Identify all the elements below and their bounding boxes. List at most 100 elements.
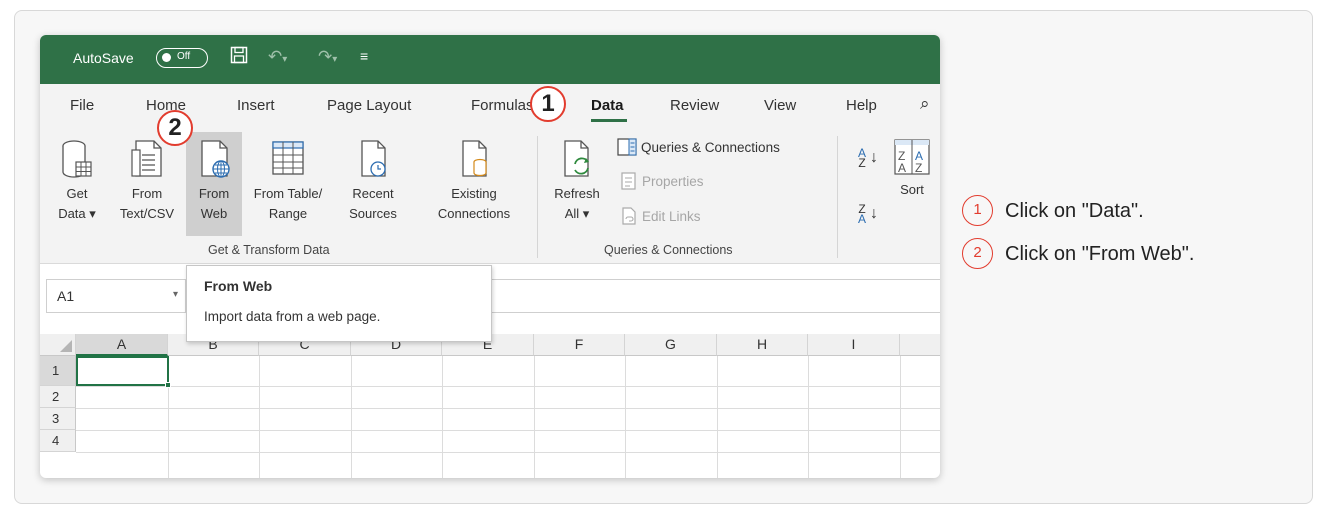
step-number: 1	[962, 195, 993, 226]
autosave-state: Off	[177, 51, 191, 62]
queries-pane-icon	[617, 138, 637, 156]
text-file-icon	[131, 140, 162, 177]
svg-text:Z: Z	[915, 161, 922, 175]
get-data-button[interactable]: Get Data ▾	[53, 138, 101, 236]
callout-marker-1: 1	[530, 86, 566, 122]
toggle-knob	[162, 53, 171, 62]
redo-icon[interactable]: ↷▾	[318, 47, 337, 67]
name-box[interactable]: A1 ▾	[46, 279, 186, 313]
svg-text:A: A	[898, 161, 906, 175]
tab-review[interactable]: Review	[670, 97, 719, 114]
column-header-g[interactable]: G	[625, 334, 717, 356]
active-tab-indicator	[591, 119, 627, 122]
existing-line2: Connections	[437, 206, 511, 221]
column-header-i[interactable]: I	[808, 334, 900, 356]
grid-line	[259, 356, 260, 478]
web-page-icon	[201, 140, 230, 178]
database-icon	[62, 140, 92, 178]
existing-line1: Existing	[451, 186, 497, 201]
recent-line1: Recent	[352, 186, 394, 201]
worksheet-grid: A B C D E F G H I 1 2 3 4	[40, 334, 940, 478]
from-table-range-button[interactable]: From Table/ Range	[248, 138, 328, 236]
autosave-toggle[interactable]: Off	[156, 48, 208, 68]
refresh-all-button[interactable]: Refresh All ▾	[545, 138, 609, 236]
queries-group-label: Queries & Connections	[604, 243, 733, 257]
undo-icon[interactable]: ↶▾	[268, 47, 287, 67]
refresh-line1: Refresh	[554, 186, 600, 201]
from-web-tooltip: From Web Import data from a web page.	[186, 265, 492, 342]
existing-connections-button[interactable]: Existing Connections	[422, 138, 526, 236]
table-icon	[272, 141, 304, 175]
column-header-f[interactable]: F	[534, 334, 625, 356]
tooltip-title: From Web	[204, 278, 273, 294]
select-all-corner[interactable]	[40, 334, 76, 356]
sort-ascending-button[interactable]: A Z ↓	[858, 146, 878, 170]
sort-button[interactable]: ZAAZ Sort	[892, 138, 932, 236]
edit-links-label: Edit Links	[642, 208, 701, 224]
formula-input[interactable]	[490, 279, 940, 313]
existing-connection-icon	[462, 140, 487, 177]
row-header-3[interactable]: 3	[40, 408, 76, 430]
active-cell-a1[interactable]	[76, 356, 169, 386]
row-header-1[interactable]: 1	[40, 356, 76, 386]
customize-toolbar-icon[interactable]: ≡	[360, 48, 368, 64]
properties-button[interactable]: Properties	[620, 172, 704, 190]
column-header-h[interactable]: H	[717, 334, 808, 356]
autosave-label: AutoSave	[73, 50, 134, 66]
save-icon[interactable]	[230, 46, 248, 69]
from-web-line2: Web	[200, 206, 228, 221]
grid-line	[76, 430, 940, 431]
row-header-4[interactable]: 4	[40, 430, 76, 452]
tab-page-layout[interactable]: Page Layout	[327, 97, 411, 114]
instruction-steps: 1 Click on "Data". 2 Click on "From Web"…	[962, 195, 1292, 281]
chevron-down-icon[interactable]: ▾	[173, 289, 178, 300]
get-data-line2: Data ▾	[58, 206, 96, 221]
recent-sources-button[interactable]: Recent Sources	[333, 138, 413, 236]
queries-connections-label: Queries & Connections	[641, 139, 780, 155]
grid-line	[76, 386, 940, 387]
tab-file[interactable]: File	[70, 97, 94, 114]
tooltip-body: Import data from a web page.	[204, 309, 381, 324]
edit-links-button[interactable]: Edit Links	[620, 207, 701, 225]
grid-line	[808, 356, 809, 478]
step-text: Click on "Data".	[1005, 200, 1144, 222]
group-separator	[837, 136, 838, 258]
edit-links-icon	[622, 207, 636, 225]
sort-descending-button[interactable]: Z A ↓	[858, 202, 878, 226]
grid-line	[442, 356, 443, 478]
queries-connections-button[interactable]: Queries & Connections	[617, 138, 780, 156]
column-header-a[interactable]: A	[76, 334, 168, 356]
row-header-2[interactable]: 2	[40, 386, 76, 408]
from-table-line1: From Table/	[253, 186, 323, 201]
callout-marker-2: 2	[157, 110, 193, 146]
sort-label: Sort	[900, 182, 924, 197]
get-data-line1: Get	[66, 186, 88, 201]
search-icon[interactable]: ⌕	[920, 94, 930, 114]
from-text-line2: Text/CSV	[119, 206, 175, 221]
grid-line	[625, 356, 626, 478]
tab-view[interactable]: View	[764, 97, 796, 114]
from-text-line1: From	[131, 186, 163, 201]
recent-line2: Sources	[349, 206, 397, 221]
step-item: 2 Click on "From Web".	[962, 238, 1292, 269]
grid-line	[76, 408, 940, 409]
tab-insert[interactable]: Insert	[237, 97, 275, 114]
properties-label: Properties	[642, 173, 704, 189]
tab-formulas[interactable]: Formulas	[471, 97, 534, 114]
column-header-j[interactable]	[900, 334, 940, 356]
refresh-icon	[564, 140, 589, 177]
from-web-button[interactable]: From Web	[186, 132, 242, 236]
step-text: Click on "From Web".	[1005, 243, 1195, 265]
get-transform-group-label: Get & Transform Data	[208, 243, 330, 257]
grid-line	[76, 452, 940, 453]
grid-line	[717, 356, 718, 478]
ribbon: Get Data ▾ From Text/CSV From Web From T…	[40, 128, 940, 264]
from-table-line2: Range	[268, 206, 308, 221]
from-text-csv-button[interactable]: From Text/CSV	[113, 138, 181, 236]
tab-data[interactable]: Data	[591, 97, 624, 114]
fill-handle[interactable]	[165, 382, 171, 388]
tab-help[interactable]: Help	[846, 97, 877, 114]
sort-az-icon: AZ	[858, 146, 867, 170]
from-web-line1: From	[198, 186, 230, 201]
sort-za-icon: ZA	[858, 202, 867, 226]
